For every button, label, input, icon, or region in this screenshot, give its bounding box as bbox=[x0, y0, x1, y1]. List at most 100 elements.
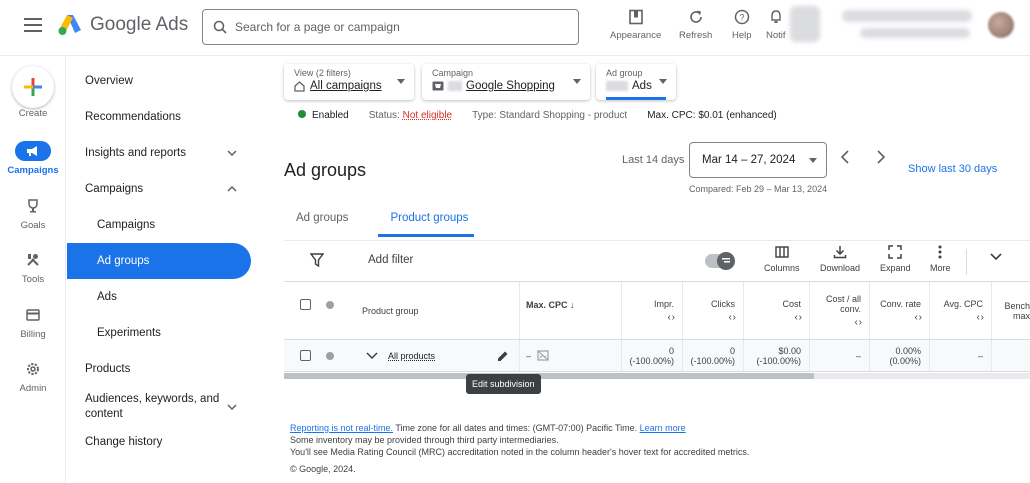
nav-item-overview[interactable]: Overview bbox=[67, 63, 251, 99]
chevron-right-icon[interactable] bbox=[876, 150, 886, 164]
rail-item-billing[interactable]: Billing bbox=[0, 305, 66, 340]
date-range-value: Mar 14 – 27, 2024 bbox=[702, 154, 796, 166]
nav-label: Change history bbox=[85, 435, 163, 448]
select-all-checkbox[interactable] bbox=[300, 299, 311, 310]
chevron-left-icon[interactable] bbox=[840, 150, 850, 164]
campaign-filter-label: Campaign bbox=[432, 68, 474, 78]
table-row[interactable]: All products – 0 (-100.00%) 0 (-100.00%) $… bbox=[284, 340, 1030, 372]
ads-logo-icon bbox=[58, 15, 81, 35]
rail-item-goals[interactable]: Goals bbox=[0, 196, 66, 231]
nav-item-campaigns[interactable]: Campaigns bbox=[67, 207, 251, 243]
chevron-down-icon bbox=[227, 404, 237, 410]
notifications-button[interactable]: Notif bbox=[766, 9, 786, 41]
menu-icon[interactable] bbox=[24, 18, 42, 32]
rail-item-campaigns[interactable]: Campaigns bbox=[0, 141, 66, 176]
status-dot-icon bbox=[326, 352, 334, 360]
col-max-cpc[interactable]: Max. CPC ↓ bbox=[520, 282, 622, 339]
download-button[interactable]: Download bbox=[820, 245, 860, 273]
campaign-filter-value: Google Shopping bbox=[432, 80, 580, 92]
refresh-button[interactable]: Refresh bbox=[679, 9, 712, 41]
nav-item-campaigns-group[interactable]: Campaigns bbox=[67, 171, 251, 207]
help-button[interactable]: ? Help bbox=[732, 9, 752, 41]
view-filter-dropdown[interactable]: View (2 filters) All campaigns bbox=[284, 64, 414, 100]
plus-icon bbox=[24, 78, 42, 96]
help-icon: ? bbox=[734, 9, 750, 25]
nav-item-audiences[interactable]: Audiences, keywords, and content bbox=[67, 389, 251, 425]
search-placeholder: Search for a page or campaign bbox=[235, 20, 400, 34]
shopping-icon bbox=[432, 81, 444, 91]
account-info-blurred bbox=[790, 6, 820, 42]
nav-item-insights[interactable]: Insights and reports bbox=[67, 135, 251, 171]
tab-ad-groups[interactable]: Ad groups bbox=[284, 208, 354, 237]
enabled-dot-icon bbox=[298, 110, 306, 118]
caret-down-icon bbox=[397, 79, 405, 84]
clicks-cell: 0 (-100.00%) bbox=[683, 340, 744, 371]
campaign-filter-dropdown[interactable]: Campaign Google Shopping bbox=[422, 64, 590, 100]
date-range-dropdown[interactable]: Mar 14 – 27, 2024 bbox=[689, 142, 827, 178]
col-conv-rate[interactable]: Conv. rate ‹ › bbox=[870, 282, 930, 339]
rail-item-admin[interactable]: Admin bbox=[0, 359, 66, 394]
nav-item-change-history[interactable]: Change history bbox=[67, 424, 251, 460]
goals-icon bbox=[28, 199, 38, 213]
rail-item-tools[interactable]: Tools bbox=[0, 250, 66, 285]
avatar[interactable] bbox=[988, 12, 1014, 38]
caret-down-icon bbox=[659, 79, 667, 84]
eligibility-status: Status: Not eligible bbox=[369, 110, 452, 121]
copyright: © Google, 2024. bbox=[290, 464, 356, 474]
scrollbar-thumb[interactable] bbox=[284, 373, 814, 379]
product-group-name[interactable]: All products bbox=[388, 351, 435, 361]
segment-toggle[interactable] bbox=[705, 252, 735, 270]
columns-label: Columns bbox=[764, 263, 800, 273]
home-icon bbox=[294, 80, 305, 92]
cost-value: $0.00 bbox=[778, 345, 801, 356]
bench-max-cell bbox=[992, 340, 1030, 371]
columns-button[interactable]: Columns bbox=[764, 245, 800, 273]
nav-item-products[interactable]: Products bbox=[67, 351, 251, 387]
show-last-30-days-link[interactable]: Show last 30 days bbox=[908, 163, 997, 175]
footer-line-3: You'll see Media Rating Council (MRC) ac… bbox=[290, 447, 750, 457]
more-button[interactable]: More bbox=[930, 245, 951, 273]
edit-pencil-icon[interactable] bbox=[497, 350, 509, 362]
create-button[interactable] bbox=[12, 66, 54, 108]
tab-product-groups[interactable]: Product groups bbox=[378, 208, 475, 237]
chevron-down-icon[interactable] bbox=[990, 253, 1002, 261]
col-clicks[interactable]: Clicks ‹ › bbox=[683, 282, 744, 339]
campaigns-pill bbox=[15, 141, 51, 161]
nav-item-ads[interactable]: Ads bbox=[67, 279, 251, 315]
nav-item-recommendations[interactable]: Recommendations bbox=[67, 99, 251, 135]
filter-icon[interactable] bbox=[310, 253, 324, 267]
segment-icon bbox=[722, 258, 730, 263]
top-bar: Google Ads Search for a page or campaign… bbox=[0, 0, 1030, 56]
col-product-group[interactable]: Product group bbox=[350, 282, 520, 339]
impr-change: (-100.00%) bbox=[629, 355, 674, 366]
reporting-link[interactable]: Reporting is not real-time. bbox=[290, 423, 393, 433]
col-label: Max. CPC bbox=[526, 300, 568, 310]
col-impr[interactable]: Impr. ‹ › bbox=[622, 282, 683, 339]
learn-more-link[interactable]: Learn more bbox=[640, 423, 686, 433]
status-value[interactable]: Not eligible bbox=[403, 110, 452, 121]
horizontal-scrollbar[interactable] bbox=[284, 373, 1030, 379]
nav-item-experiments[interactable]: Experiments bbox=[67, 315, 251, 351]
status-header-dot-icon bbox=[326, 301, 334, 309]
conv-rate-cell: 0.00% (0.00%) bbox=[870, 340, 930, 371]
download-icon bbox=[833, 246, 847, 259]
col-cost-all-conv[interactable]: Cost / all conv. ‹ › bbox=[810, 282, 870, 339]
goals-label: Goals bbox=[20, 220, 46, 231]
add-filter-input[interactable]: Add filter bbox=[368, 254, 413, 266]
row-checkbox[interactable] bbox=[300, 350, 311, 361]
search-input[interactable]: Search for a page or campaign bbox=[202, 9, 579, 45]
adgroup-filter-dropdown[interactable]: Ad group Ads bbox=[596, 64, 676, 100]
account-name-blurred bbox=[842, 10, 972, 22]
expand-button[interactable]: Expand bbox=[880, 245, 911, 273]
more-vert-icon bbox=[938, 245, 942, 259]
refresh-label: Refresh bbox=[679, 30, 713, 41]
col-label: Cost / all conv. bbox=[825, 293, 861, 314]
google-ads-logo[interactable]: Google Ads bbox=[58, 14, 188, 36]
col-bench-max[interactable]: Bench max bbox=[992, 282, 1030, 339]
col-avg-cpc[interactable]: Avg. CPC ‹ › bbox=[930, 282, 992, 339]
col-cost[interactable]: Cost ‹ › bbox=[744, 282, 810, 339]
appearance-button[interactable]: Appearance bbox=[610, 9, 661, 41]
expand-row-chevron-icon[interactable] bbox=[366, 351, 378, 360]
product-groups-table: Product group Max. CPC ↓ Impr. ‹ › Clicks… bbox=[284, 282, 1030, 372]
nav-item-ad-groups[interactable]: Ad groups bbox=[67, 243, 251, 279]
